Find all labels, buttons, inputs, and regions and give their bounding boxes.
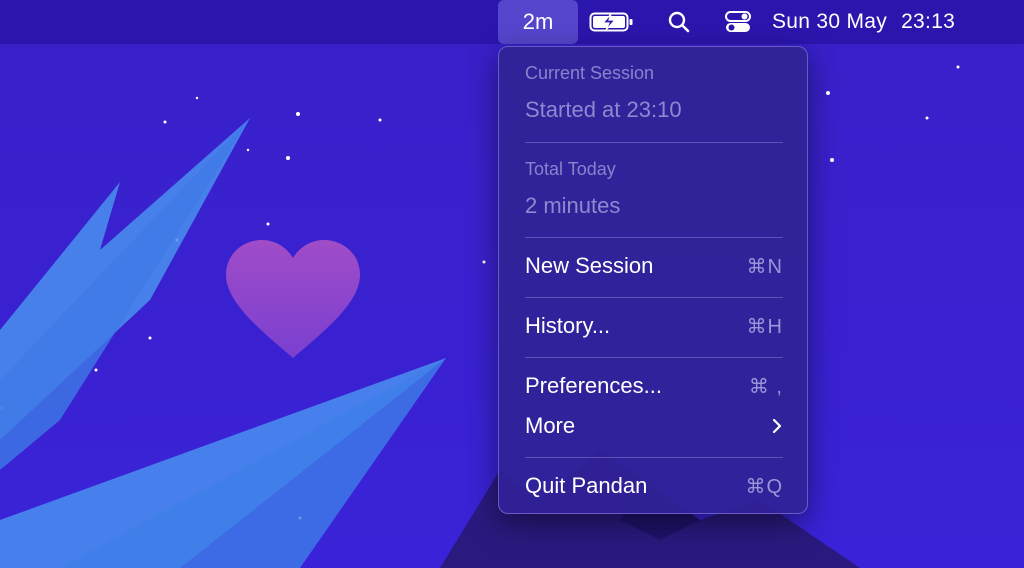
- quit-menu-item[interactable]: Quit Pandan ⌘Q: [525, 473, 783, 499]
- preferences-menu-item[interactable]: Preferences... ⌘ ,: [525, 373, 783, 399]
- timer-status-item[interactable]: 2m: [498, 0, 578, 44]
- menu-separator: [525, 142, 783, 143]
- shortcut-label: ⌘ ,: [748, 375, 783, 398]
- shortcut-label: ⌘Q: [745, 475, 783, 498]
- timer-label: 2m: [522, 9, 554, 34]
- more-menu-item[interactable]: More: [525, 413, 783, 439]
- menu-separator: [525, 457, 783, 458]
- history-menu-item[interactable]: History... ⌘H: [525, 313, 783, 339]
- started-at-item: Started at 23:10: [525, 97, 682, 122]
- menu-separator: [525, 297, 783, 298]
- control-center-icon[interactable]: [722, 0, 754, 44]
- timer-dropdown-menu: Current Session Started at 23:10 Total T…: [498, 46, 808, 514]
- total-today-value: 2 minutes: [525, 193, 621, 218]
- search-icon[interactable]: [664, 0, 694, 44]
- battery-charging-icon[interactable]: [588, 0, 636, 44]
- menu-bar: 2m Sun 30 May 23:13: [0, 0, 1024, 44]
- new-session-menu-item[interactable]: New Session ⌘N: [525, 253, 783, 279]
- current-session-heading: Current Session: [525, 63, 655, 83]
- menu-bar-clock[interactable]: Sun 30 May 23:13: [772, 0, 1002, 44]
- clock-date: Sun 30 May: [772, 10, 888, 33]
- menu-separator: [525, 237, 783, 238]
- shortcut-label: ⌘H: [746, 315, 783, 338]
- total-today-heading: Total Today: [525, 159, 616, 179]
- menu-separator: [525, 357, 783, 358]
- shortcut-label: ⌘N: [746, 255, 783, 278]
- chevron-right-icon: [772, 418, 782, 434]
- clock-time: 23:13: [901, 10, 956, 33]
